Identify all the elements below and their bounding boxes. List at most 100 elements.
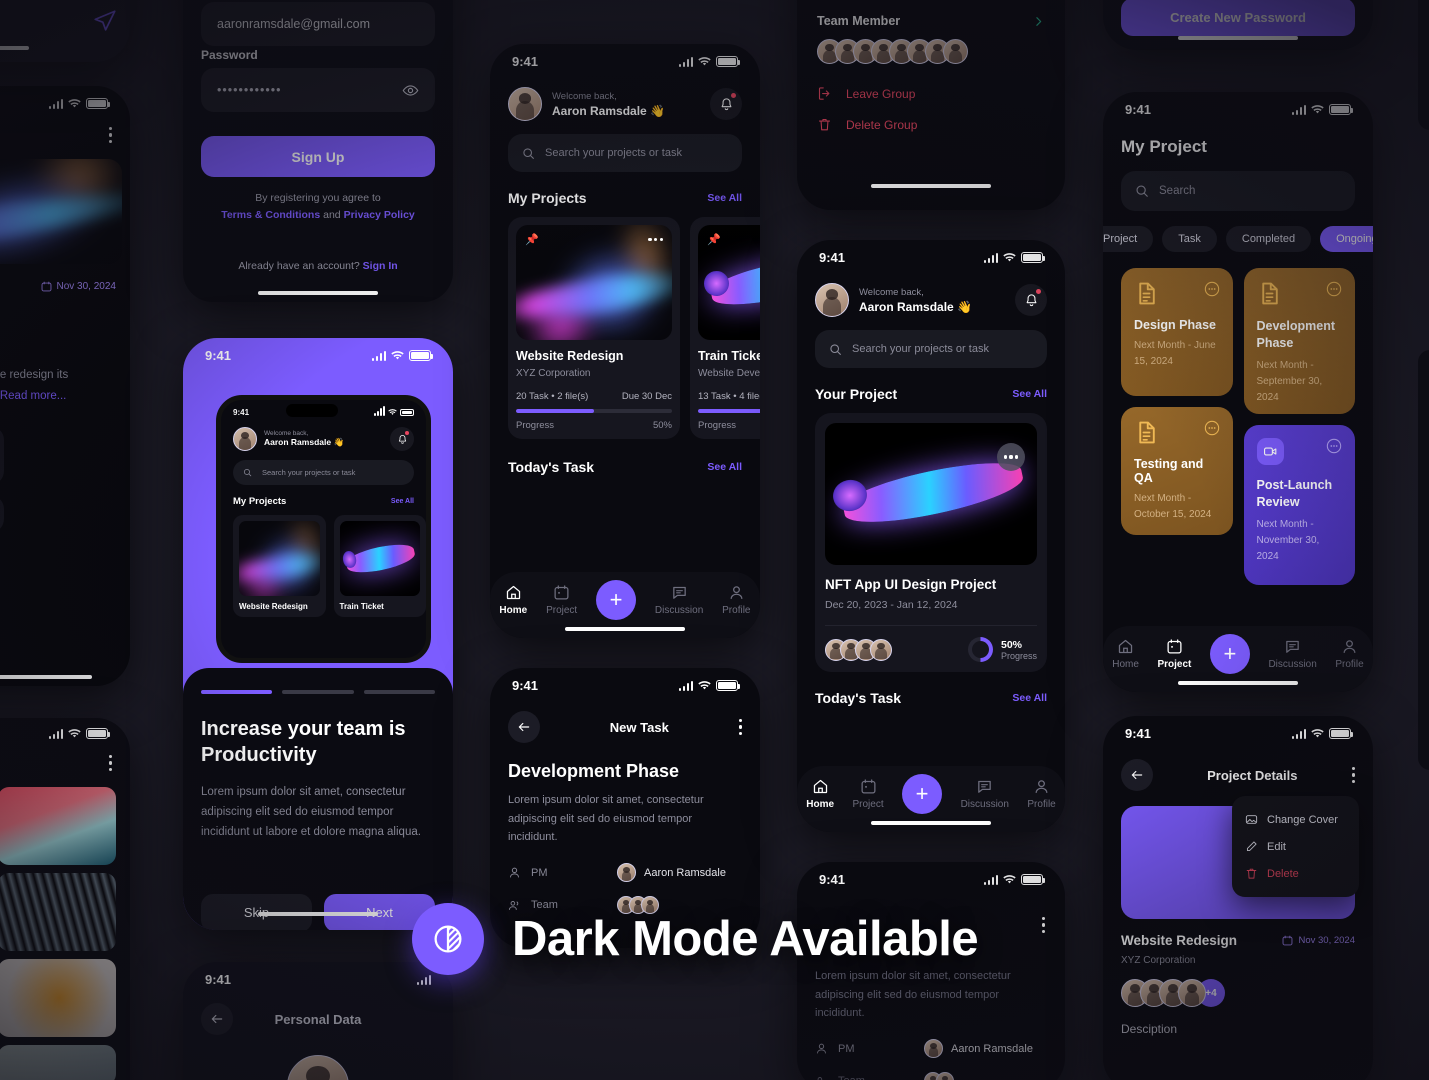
project-card[interactable]: Train Ticket	[333, 515, 426, 617]
signup-button[interactable]: Sign Up	[201, 136, 435, 177]
search-input[interactable]: Search your projects or task	[508, 134, 742, 172]
notification-button[interactable]	[390, 427, 414, 451]
nav-item-home[interactable]: Home	[499, 584, 527, 616]
notification-button[interactable]	[1015, 284, 1047, 316]
send-icon[interactable]	[92, 8, 118, 34]
filter-chip-project[interactable]: Project	[1103, 226, 1154, 252]
nav-item-home[interactable]: Home	[806, 778, 834, 810]
more-icon[interactable]	[1326, 438, 1342, 454]
more-icon[interactable]	[1326, 281, 1342, 297]
cover-thumbnail[interactable]	[0, 1045, 116, 1080]
filter-chip-ongoing[interactable]: Ongoing	[1320, 226, 1373, 252]
search-icon	[243, 468, 252, 477]
more-icon[interactable]	[997, 443, 1025, 471]
calendar-icon	[1167, 639, 1182, 654]
user-name: Aaron Ramsdale 👋	[859, 299, 972, 314]
more-icon[interactable]	[1041, 917, 1045, 934]
back-button[interactable]	[1121, 759, 1153, 791]
signin-link[interactable]: Sign In	[363, 260, 398, 272]
nav-label: Project	[852, 799, 884, 810]
phase-card-design[interactable]: Design Phase Next Month - June 15, 2024	[1121, 268, 1233, 396]
see-all-link[interactable]: See All	[1012, 692, 1047, 704]
see-all-link[interactable]: See All	[1012, 388, 1047, 400]
project-title: NFT App UI Design Project	[825, 577, 997, 592]
status-time: 9:41	[233, 407, 250, 417]
avatar[interactable]	[233, 427, 257, 451]
more-icon[interactable]	[1204, 281, 1220, 297]
project-title: Website Redesign	[516, 349, 624, 363]
back-button[interactable]	[508, 711, 540, 743]
filter-chip-completed[interactable]: Completed	[1225, 226, 1312, 252]
team-avatars[interactable]: +4	[1103, 966, 1373, 1007]
eye-icon[interactable]	[402, 82, 419, 99]
menu-item-delete[interactable]: Delete	[1232, 860, 1359, 887]
more-icon[interactable]	[648, 238, 663, 242]
home-indicator	[0, 45, 29, 50]
bell-icon	[398, 434, 406, 444]
nav-item-profile[interactable]: Profile	[722, 584, 751, 616]
nav-item-profile[interactable]: Profile	[1027, 778, 1056, 810]
more-icon[interactable]	[108, 755, 112, 772]
phase-card-development[interactable]: Development Phase Next Month - September…	[1243, 268, 1355, 414]
nav-item-project[interactable]: Project	[546, 584, 577, 616]
terms-link[interactable]: Terms & Conditions	[221, 209, 320, 221]
add-button[interactable]: +	[596, 580, 637, 620]
profile-avatar[interactable]	[287, 1055, 349, 1080]
search-input[interactable]: Search	[1121, 171, 1355, 211]
add-button[interactable]: +	[1209, 634, 1250, 674]
team-member-avatars[interactable]	[797, 28, 1065, 64]
more-icon[interactable]	[108, 127, 112, 144]
password-field[interactable]: ••••••••••••	[201, 68, 435, 112]
more-icon[interactable]	[1351, 766, 1355, 784]
nav-item-discussion[interactable]: Discussion	[961, 778, 1009, 810]
project-card[interactable]: Website Redesign	[233, 515, 326, 617]
phase-card-post-launch[interactable]: Post-Launch Review Next Month - November…	[1243, 425, 1355, 585]
avatar[interactable]	[508, 87, 542, 121]
avatar[interactable]	[815, 283, 849, 317]
team-avatars[interactable]	[924, 1072, 954, 1080]
cover-thumbnail[interactable]	[0, 959, 116, 1038]
search-input[interactable]: Search your projects or task	[815, 330, 1047, 368]
menu-item-change-cover[interactable]: Change Cover	[1232, 806, 1359, 833]
menu-item-edit[interactable]: Edit	[1232, 833, 1359, 860]
cover-thumbnail[interactable]	[0, 787, 116, 866]
project-card[interactable]: 📌 Website Redesign XYZ Corporation 20 Ta…	[508, 217, 680, 439]
search-input[interactable]: Search your projects or task	[233, 460, 414, 485]
nav-item-home[interactable]: Home	[1112, 638, 1139, 670]
step-indicator	[201, 690, 435, 694]
wifi-icon	[388, 408, 397, 415]
nav-item-discussion[interactable]: Discussion	[655, 584, 703, 616]
project-card[interactable]: 📌 Train Ticket Website Development 13 Ta…	[690, 217, 760, 439]
nav-item-project[interactable]: Project	[853, 778, 884, 810]
nav-item-project[interactable]: Project	[1157, 638, 1191, 670]
nav-label: Profile	[1335, 659, 1364, 670]
add-button[interactable]: +	[902, 774, 943, 814]
phone-your-project: 9:41 Welcome back, Aaron Ramsdale 👋 Sear…	[797, 240, 1065, 832]
context-menu: Change Cover Edit Delete	[1232, 796, 1359, 897]
project-title: Train Ticket	[339, 602, 384, 611]
read-more-link[interactable]: Read more...	[0, 390, 66, 402]
team-avatars[interactable]	[825, 638, 892, 661]
more-icon[interactable]	[738, 718, 742, 736]
see-all-link[interactable]: See All	[707, 461, 742, 473]
see-all-link[interactable]: See All	[391, 498, 414, 505]
see-all-link[interactable]: See All	[707, 192, 742, 204]
delete-group-button[interactable]: Delete Group	[797, 101, 1065, 132]
section-title: Today's Task	[815, 690, 902, 706]
notification-button[interactable]	[710, 88, 742, 120]
nav-item-profile[interactable]: Profile	[1335, 638, 1364, 670]
project-card[interactable]: NFT App UI Design Project Dec 20, 2023 -…	[815, 413, 1047, 672]
phase-card-testing[interactable]: Testing and QA Next Month - October 15, …	[1121, 407, 1233, 535]
filter-chip-task[interactable]: Task	[1162, 226, 1217, 252]
chevron-right-icon[interactable]	[1032, 15, 1045, 28]
email-field[interactable]: aaronramsdale@gmail.com	[201, 2, 435, 46]
more-icon[interactable]	[1204, 420, 1220, 436]
file-row[interactable]: analysis June 07, 2024	[0, 494, 4, 533]
cover-thumbnail[interactable]	[0, 873, 116, 952]
privacy-link[interactable]: Privacy Policy	[344, 209, 415, 221]
leave-group-button[interactable]: Leave Group	[797, 64, 1065, 101]
file-row[interactable]: g June 01, 2024 • 4 file(s)	[0, 425, 4, 485]
create-password-button[interactable]: Create New Password	[1121, 0, 1355, 36]
wifi-icon	[391, 350, 404, 359]
nav-item-discussion[interactable]: Discussion	[1268, 638, 1317, 670]
